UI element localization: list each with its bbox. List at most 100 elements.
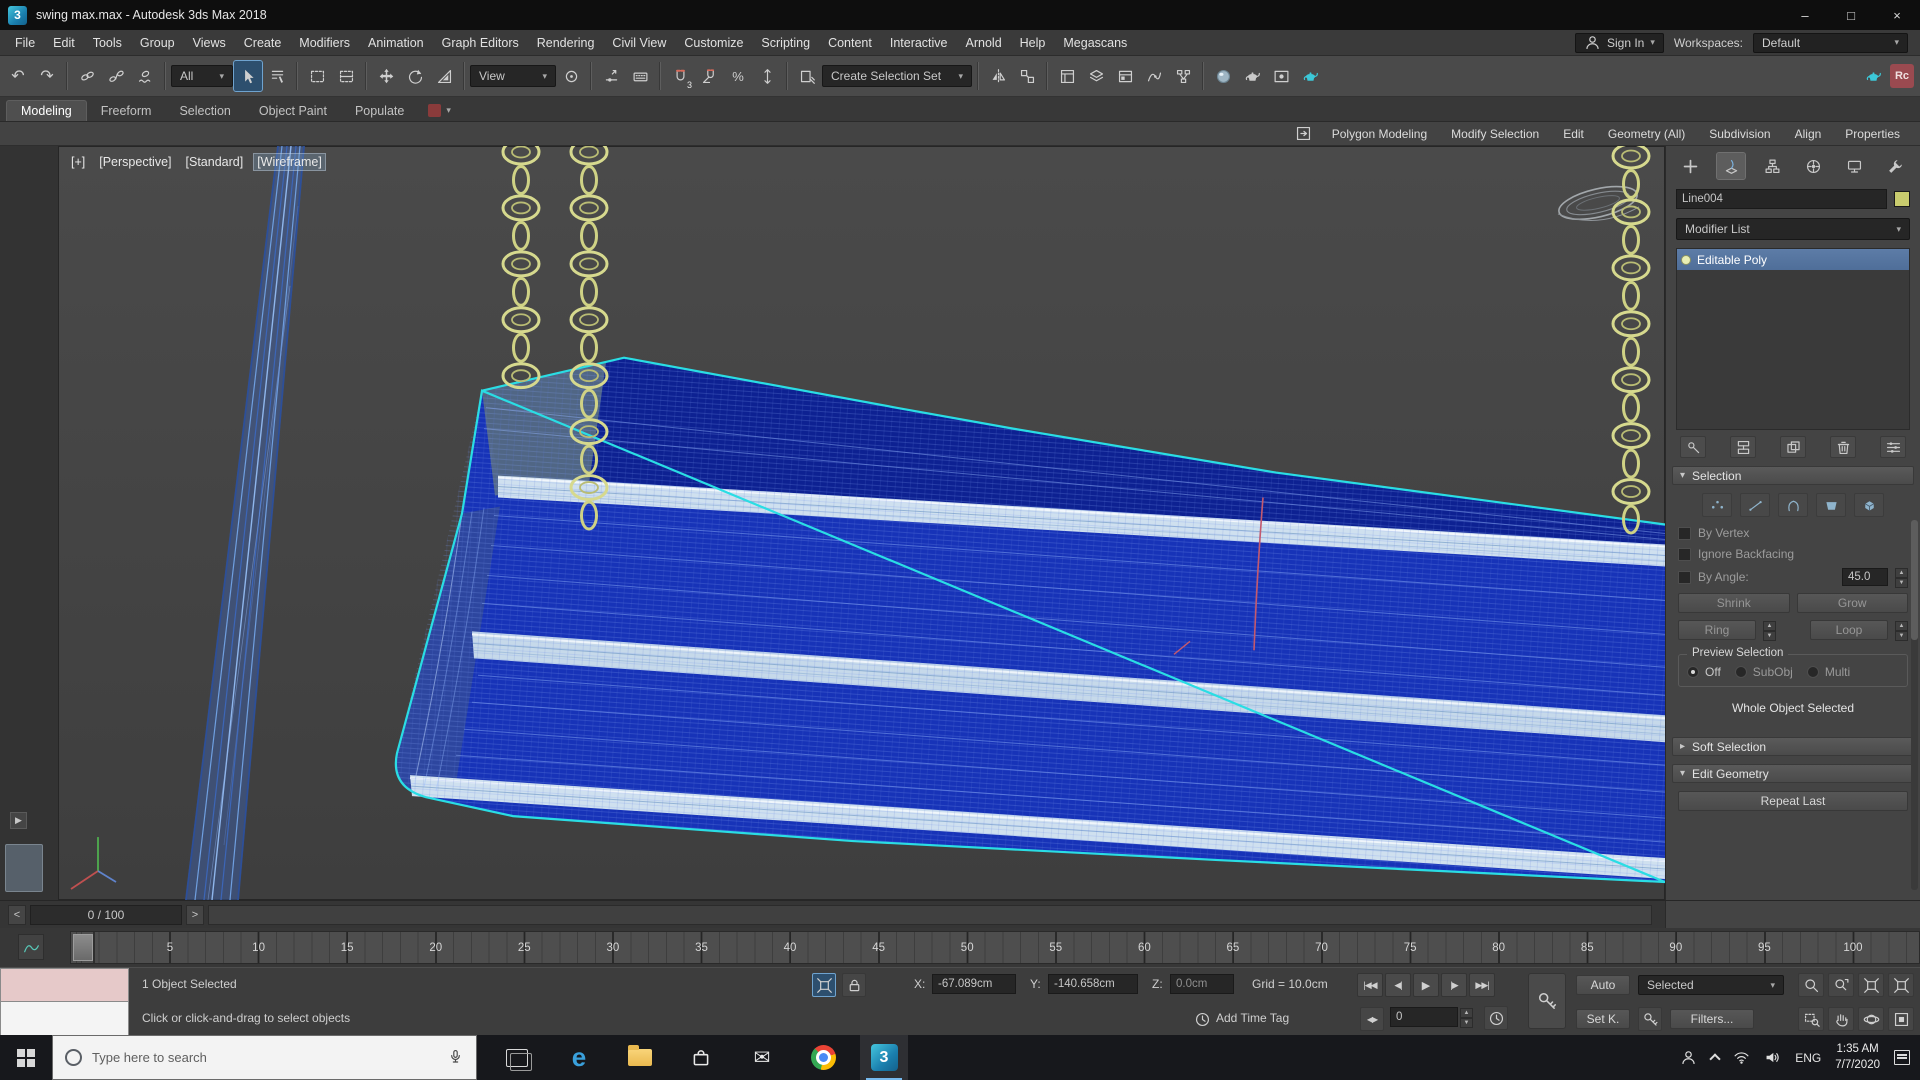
add-time-tag[interactable]: Add Time Tag [1216, 1011, 1289, 1025]
tab-object-paint[interactable]: Object Paint [245, 101, 341, 121]
keyboard-shortcut-override-icon[interactable] [626, 61, 654, 91]
scene-explorer-icon[interactable] [1053, 61, 1081, 91]
edit-geometry-rollout-header[interactable]: ▾ Edit Geometry [1672, 764, 1914, 783]
rectangular-selection-region-icon[interactable] [303, 61, 331, 91]
create-tab-icon[interactable] [1676, 153, 1704, 179]
caret-down-icon[interactable]: ▾ [446, 105, 451, 116]
menu-item[interactable]: Content [819, 30, 881, 55]
ignore-backfacing-checkbox[interactable] [1678, 547, 1691, 561]
panel-scrollbar[interactable] [1911, 520, 1918, 890]
search-input[interactable] [92, 1050, 437, 1065]
ribbon-tool[interactable]: Geometry (All) [1598, 127, 1695, 141]
select-object-icon[interactable] [233, 60, 263, 92]
z-coordinate-field[interactable] [1170, 974, 1234, 994]
selection-filter-dropdown[interactable]: All ▾ [171, 65, 233, 87]
action-center-icon[interactable] [1894, 1050, 1910, 1065]
tab-modeling[interactable]: Modeling [6, 100, 87, 121]
next-frame-button[interactable]: > [186, 905, 204, 925]
current-frame-field[interactable] [1390, 1007, 1458, 1027]
preview-subobj-radio[interactable] [1734, 666, 1747, 678]
maxscript-mini-listener[interactable] [0, 1002, 129, 1036]
perspective-viewport[interactable]: [+] [Perspective] [Standard] [Wireframe] [58, 146, 1665, 900]
expand-arrow-button[interactable]: ▶ [10, 812, 27, 829]
hierarchy-tab-icon[interactable] [1758, 153, 1786, 179]
loop-spinner[interactable]: ▲ ▼ [1895, 621, 1908, 641]
ring-spinner[interactable]: ▲ ▼ [1763, 621, 1776, 641]
select-and-manipulate-icon[interactable] [597, 61, 625, 91]
grow-button[interactable]: Grow [1796, 593, 1908, 613]
remove-modifier-icon[interactable] [1830, 436, 1856, 458]
utilities-tab-icon[interactable] [1882, 153, 1910, 179]
tab-freeform[interactable]: Freeform [87, 101, 166, 121]
zoom-all-icon[interactable] [1828, 973, 1854, 997]
visibility-bulb-icon[interactable] [1681, 254, 1691, 265]
select-and-scale-icon[interactable] [430, 61, 458, 91]
menu-item[interactable]: Modifiers [290, 30, 359, 55]
pole-object[interactable] [185, 146, 305, 900]
go-to-end-button[interactable]: ▶▶| [1469, 973, 1495, 997]
display-tab-icon[interactable] [1841, 153, 1869, 179]
zoom-region-icon[interactable] [1798, 1007, 1824, 1031]
curve-editor-icon[interactable] [1140, 61, 1168, 91]
taskbar-search[interactable] [52, 1035, 477, 1080]
ribbon-config-icon[interactable] [428, 104, 442, 117]
repeat-last-button[interactable]: Repeat Last [1678, 791, 1908, 811]
viewport-menu-general[interactable]: [+] [68, 154, 88, 170]
menu-item[interactable]: Graph Editors [433, 30, 528, 55]
viewport-canvas[interactable] [58, 146, 1665, 900]
vertex-subobject-icon[interactable] [1702, 493, 1732, 517]
key-filters-button[interactable]: Filters... [1670, 1009, 1754, 1029]
previous-frame-button[interactable]: ◀| [1385, 973, 1411, 997]
configure-modifier-sets-icon[interactable] [1880, 436, 1906, 458]
language-indicator[interactable]: ENG [1795, 1051, 1821, 1065]
zoom-extents-icon[interactable] [1858, 973, 1884, 997]
store-taskbar-icon[interactable] [677, 1035, 725, 1080]
sign-in-button[interactable]: Sign In ▾ [1574, 32, 1664, 53]
by-angle-spinner[interactable]: ▲ ▼ [1895, 568, 1908, 588]
align-icon[interactable] [1013, 61, 1041, 91]
edge-taskbar-icon[interactable]: e [555, 1035, 603, 1080]
viewport-menu-shading[interactable]: [Wireframe] [253, 153, 326, 171]
menu-item[interactable]: File [6, 30, 44, 55]
angle-snap-icon[interactable] [695, 61, 723, 91]
x-coordinate-field[interactable] [932, 974, 1016, 994]
menu-item[interactable]: Create [235, 30, 291, 55]
percent-snap-icon[interactable]: % [724, 61, 752, 91]
ribbon-tool[interactable]: Properties [1835, 127, 1910, 141]
track-bar-keys-area[interactable] [208, 905, 1652, 925]
reference-coordinate-dropdown[interactable]: View ▾ [470, 65, 556, 87]
menu-item[interactable]: Rendering [528, 30, 604, 55]
chrome-taskbar-icon[interactable] [799, 1035, 847, 1080]
bind-to-space-warp-icon[interactable] [131, 61, 159, 91]
modifier-stack-item[interactable]: Editable Poly [1677, 249, 1909, 270]
3ds-max-taskbar-icon[interactable]: 3 [860, 1035, 908, 1080]
schematic-view-icon[interactable] [1169, 61, 1197, 91]
chain-left[interactable] [501, 146, 541, 390]
key-mode-toggle-icon[interactable]: ◀▶ [1360, 1007, 1384, 1031]
time-slider-handle[interactable] [73, 934, 93, 961]
previous-frame-button[interactable]: < [8, 905, 26, 925]
selection-lock-icon[interactable] [842, 973, 866, 997]
menu-item[interactable]: Arnold [957, 30, 1011, 55]
menu-item[interactable]: Tools [84, 30, 131, 55]
ribbon-tool[interactable]: Align [1785, 127, 1832, 141]
menu-item[interactable]: Interactive [881, 30, 957, 55]
by-angle-checkbox[interactable] [1678, 570, 1691, 584]
transform-typein-toggle-icon[interactable] [812, 973, 836, 997]
mirror-icon[interactable] [984, 61, 1012, 91]
pin-stack-icon[interactable] [1680, 436, 1706, 458]
menu-item[interactable]: Group [131, 30, 184, 55]
maximize-viewport-icon[interactable] [1888, 1007, 1914, 1031]
render-production-icon[interactable] [1296, 61, 1324, 91]
object-color-swatch[interactable] [1894, 191, 1910, 207]
timeline-ruler[interactable]: 5 10 15 20 25 30 35 40 45 50 55 60 65 70 75 80 85 90 95 100 [70, 931, 1920, 964]
select-and-link-icon[interactable] [73, 61, 101, 91]
unlink-selection-icon[interactable] [102, 61, 130, 91]
soft-selection-rollout-header[interactable]: ▸ Soft Selection [1672, 737, 1914, 756]
viewport-menu-pov[interactable]: [Perspective] [96, 154, 174, 170]
layer-explorer-icon[interactable] [1082, 61, 1110, 91]
time-configuration-icon[interactable] [1484, 1006, 1508, 1030]
zoom-extents-all-icon[interactable] [1888, 973, 1914, 997]
snaps-toggle-icon[interactable]: 3 [666, 61, 694, 91]
modify-tab-icon[interactable] [1716, 152, 1747, 180]
